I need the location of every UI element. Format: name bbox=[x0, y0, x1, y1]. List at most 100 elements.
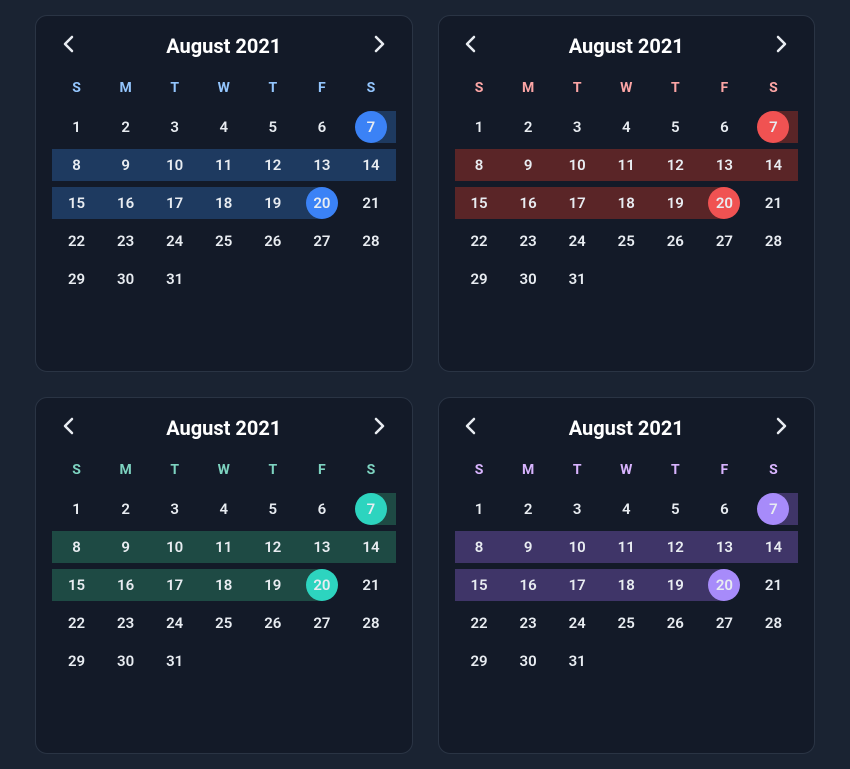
day-cell[interactable]: 20 bbox=[700, 566, 749, 604]
day-cell[interactable]: 14 bbox=[749, 528, 798, 566]
day-cell[interactable]: 29 bbox=[455, 642, 504, 680]
day-cell[interactable]: 27 bbox=[297, 604, 346, 642]
day-cell[interactable]: 3 bbox=[150, 490, 199, 528]
day-cell[interactable]: 4 bbox=[602, 108, 651, 146]
day-cell[interactable]: 18 bbox=[199, 566, 248, 604]
day-cell[interactable]: 4 bbox=[602, 490, 651, 528]
day-cell[interactable]: 23 bbox=[101, 222, 150, 260]
day-cell[interactable]: 9 bbox=[504, 528, 553, 566]
day-cell[interactable]: 8 bbox=[52, 146, 101, 184]
day-cell[interactable]: 9 bbox=[101, 146, 150, 184]
day-cell[interactable]: 5 bbox=[248, 108, 297, 146]
next-month-button[interactable] bbox=[367, 416, 391, 440]
prev-month-button[interactable] bbox=[459, 416, 483, 440]
day-cell[interactable]: 12 bbox=[248, 528, 297, 566]
prev-month-button[interactable] bbox=[56, 34, 80, 58]
day-cell[interactable]: 23 bbox=[504, 222, 553, 260]
day-cell[interactable]: 26 bbox=[651, 604, 700, 642]
day-cell[interactable]: 11 bbox=[602, 528, 651, 566]
day-cell[interactable]: 15 bbox=[52, 184, 101, 222]
day-cell[interactable]: 5 bbox=[651, 108, 700, 146]
day-cell[interactable]: 21 bbox=[749, 184, 798, 222]
day-cell[interactable]: 29 bbox=[52, 642, 101, 680]
day-cell[interactable]: 28 bbox=[346, 222, 395, 260]
day-cell[interactable]: 26 bbox=[248, 222, 297, 260]
day-cell[interactable]: 27 bbox=[700, 604, 749, 642]
day-cell[interactable]: 22 bbox=[455, 604, 504, 642]
day-cell[interactable]: 7 bbox=[346, 108, 395, 146]
day-cell[interactable]: 5 bbox=[651, 490, 700, 528]
day-cell[interactable]: 8 bbox=[455, 528, 504, 566]
day-cell[interactable]: 23 bbox=[101, 604, 150, 642]
day-cell[interactable]: 31 bbox=[553, 260, 602, 298]
day-cell[interactable]: 24 bbox=[150, 222, 199, 260]
day-cell[interactable]: 16 bbox=[504, 184, 553, 222]
day-cell[interactable]: 25 bbox=[602, 604, 651, 642]
day-cell[interactable]: 26 bbox=[651, 222, 700, 260]
day-cell[interactable]: 3 bbox=[150, 108, 199, 146]
day-cell[interactable]: 10 bbox=[150, 146, 199, 184]
day-cell[interactable]: 11 bbox=[602, 146, 651, 184]
day-cell[interactable]: 19 bbox=[248, 184, 297, 222]
day-cell[interactable]: 4 bbox=[199, 490, 248, 528]
day-cell[interactable]: 10 bbox=[150, 528, 199, 566]
day-cell[interactable]: 1 bbox=[52, 108, 101, 146]
day-cell[interactable]: 1 bbox=[52, 490, 101, 528]
day-cell[interactable]: 19 bbox=[651, 184, 700, 222]
day-cell[interactable]: 17 bbox=[150, 566, 199, 604]
day-cell[interactable]: 31 bbox=[150, 642, 199, 680]
day-cell[interactable]: 17 bbox=[553, 566, 602, 604]
day-cell[interactable]: 8 bbox=[52, 528, 101, 566]
day-cell[interactable]: 29 bbox=[455, 260, 504, 298]
day-cell[interactable]: 4 bbox=[199, 108, 248, 146]
day-cell[interactable]: 6 bbox=[700, 108, 749, 146]
day-cell[interactable]: 13 bbox=[297, 528, 346, 566]
day-cell[interactable]: 30 bbox=[101, 642, 150, 680]
day-cell[interactable]: 15 bbox=[455, 566, 504, 604]
day-cell[interactable]: 8 bbox=[455, 146, 504, 184]
day-cell[interactable]: 13 bbox=[700, 146, 749, 184]
day-cell[interactable]: 16 bbox=[101, 184, 150, 222]
day-cell[interactable]: 31 bbox=[553, 642, 602, 680]
day-cell[interactable]: 25 bbox=[199, 222, 248, 260]
day-cell[interactable]: 31 bbox=[150, 260, 199, 298]
day-cell[interactable]: 12 bbox=[651, 528, 700, 566]
day-cell[interactable]: 30 bbox=[504, 260, 553, 298]
day-cell[interactable]: 22 bbox=[455, 222, 504, 260]
day-cell[interactable]: 12 bbox=[248, 146, 297, 184]
day-cell[interactable]: 2 bbox=[504, 490, 553, 528]
day-cell[interactable]: 14 bbox=[346, 146, 395, 184]
day-cell[interactable]: 21 bbox=[346, 566, 395, 604]
next-month-button[interactable] bbox=[770, 34, 794, 58]
day-cell[interactable]: 13 bbox=[700, 528, 749, 566]
day-cell[interactable]: 14 bbox=[346, 528, 395, 566]
day-cell[interactable]: 25 bbox=[199, 604, 248, 642]
day-cell[interactable]: 7 bbox=[749, 490, 798, 528]
day-cell[interactable]: 27 bbox=[297, 222, 346, 260]
day-cell[interactable]: 18 bbox=[602, 566, 651, 604]
day-cell[interactable]: 30 bbox=[504, 642, 553, 680]
day-cell[interactable]: 15 bbox=[455, 184, 504, 222]
day-cell[interactable]: 29 bbox=[52, 260, 101, 298]
prev-month-button[interactable] bbox=[56, 416, 80, 440]
day-cell[interactable]: 16 bbox=[101, 566, 150, 604]
day-cell[interactable]: 18 bbox=[602, 184, 651, 222]
day-cell[interactable]: 15 bbox=[52, 566, 101, 604]
day-cell[interactable]: 28 bbox=[749, 222, 798, 260]
day-cell[interactable]: 10 bbox=[553, 528, 602, 566]
day-cell[interactable]: 13 bbox=[297, 146, 346, 184]
day-cell[interactable]: 5 bbox=[248, 490, 297, 528]
day-cell[interactable]: 20 bbox=[700, 184, 749, 222]
day-cell[interactable]: 16 bbox=[504, 566, 553, 604]
day-cell[interactable]: 22 bbox=[52, 604, 101, 642]
day-cell[interactable]: 6 bbox=[297, 108, 346, 146]
day-cell[interactable]: 9 bbox=[101, 528, 150, 566]
prev-month-button[interactable] bbox=[459, 34, 483, 58]
next-month-button[interactable] bbox=[367, 34, 391, 58]
day-cell[interactable]: 11 bbox=[199, 528, 248, 566]
day-cell[interactable]: 2 bbox=[101, 108, 150, 146]
day-cell[interactable]: 19 bbox=[651, 566, 700, 604]
day-cell[interactable]: 1 bbox=[455, 490, 504, 528]
day-cell[interactable]: 6 bbox=[700, 490, 749, 528]
day-cell[interactable]: 14 bbox=[749, 146, 798, 184]
